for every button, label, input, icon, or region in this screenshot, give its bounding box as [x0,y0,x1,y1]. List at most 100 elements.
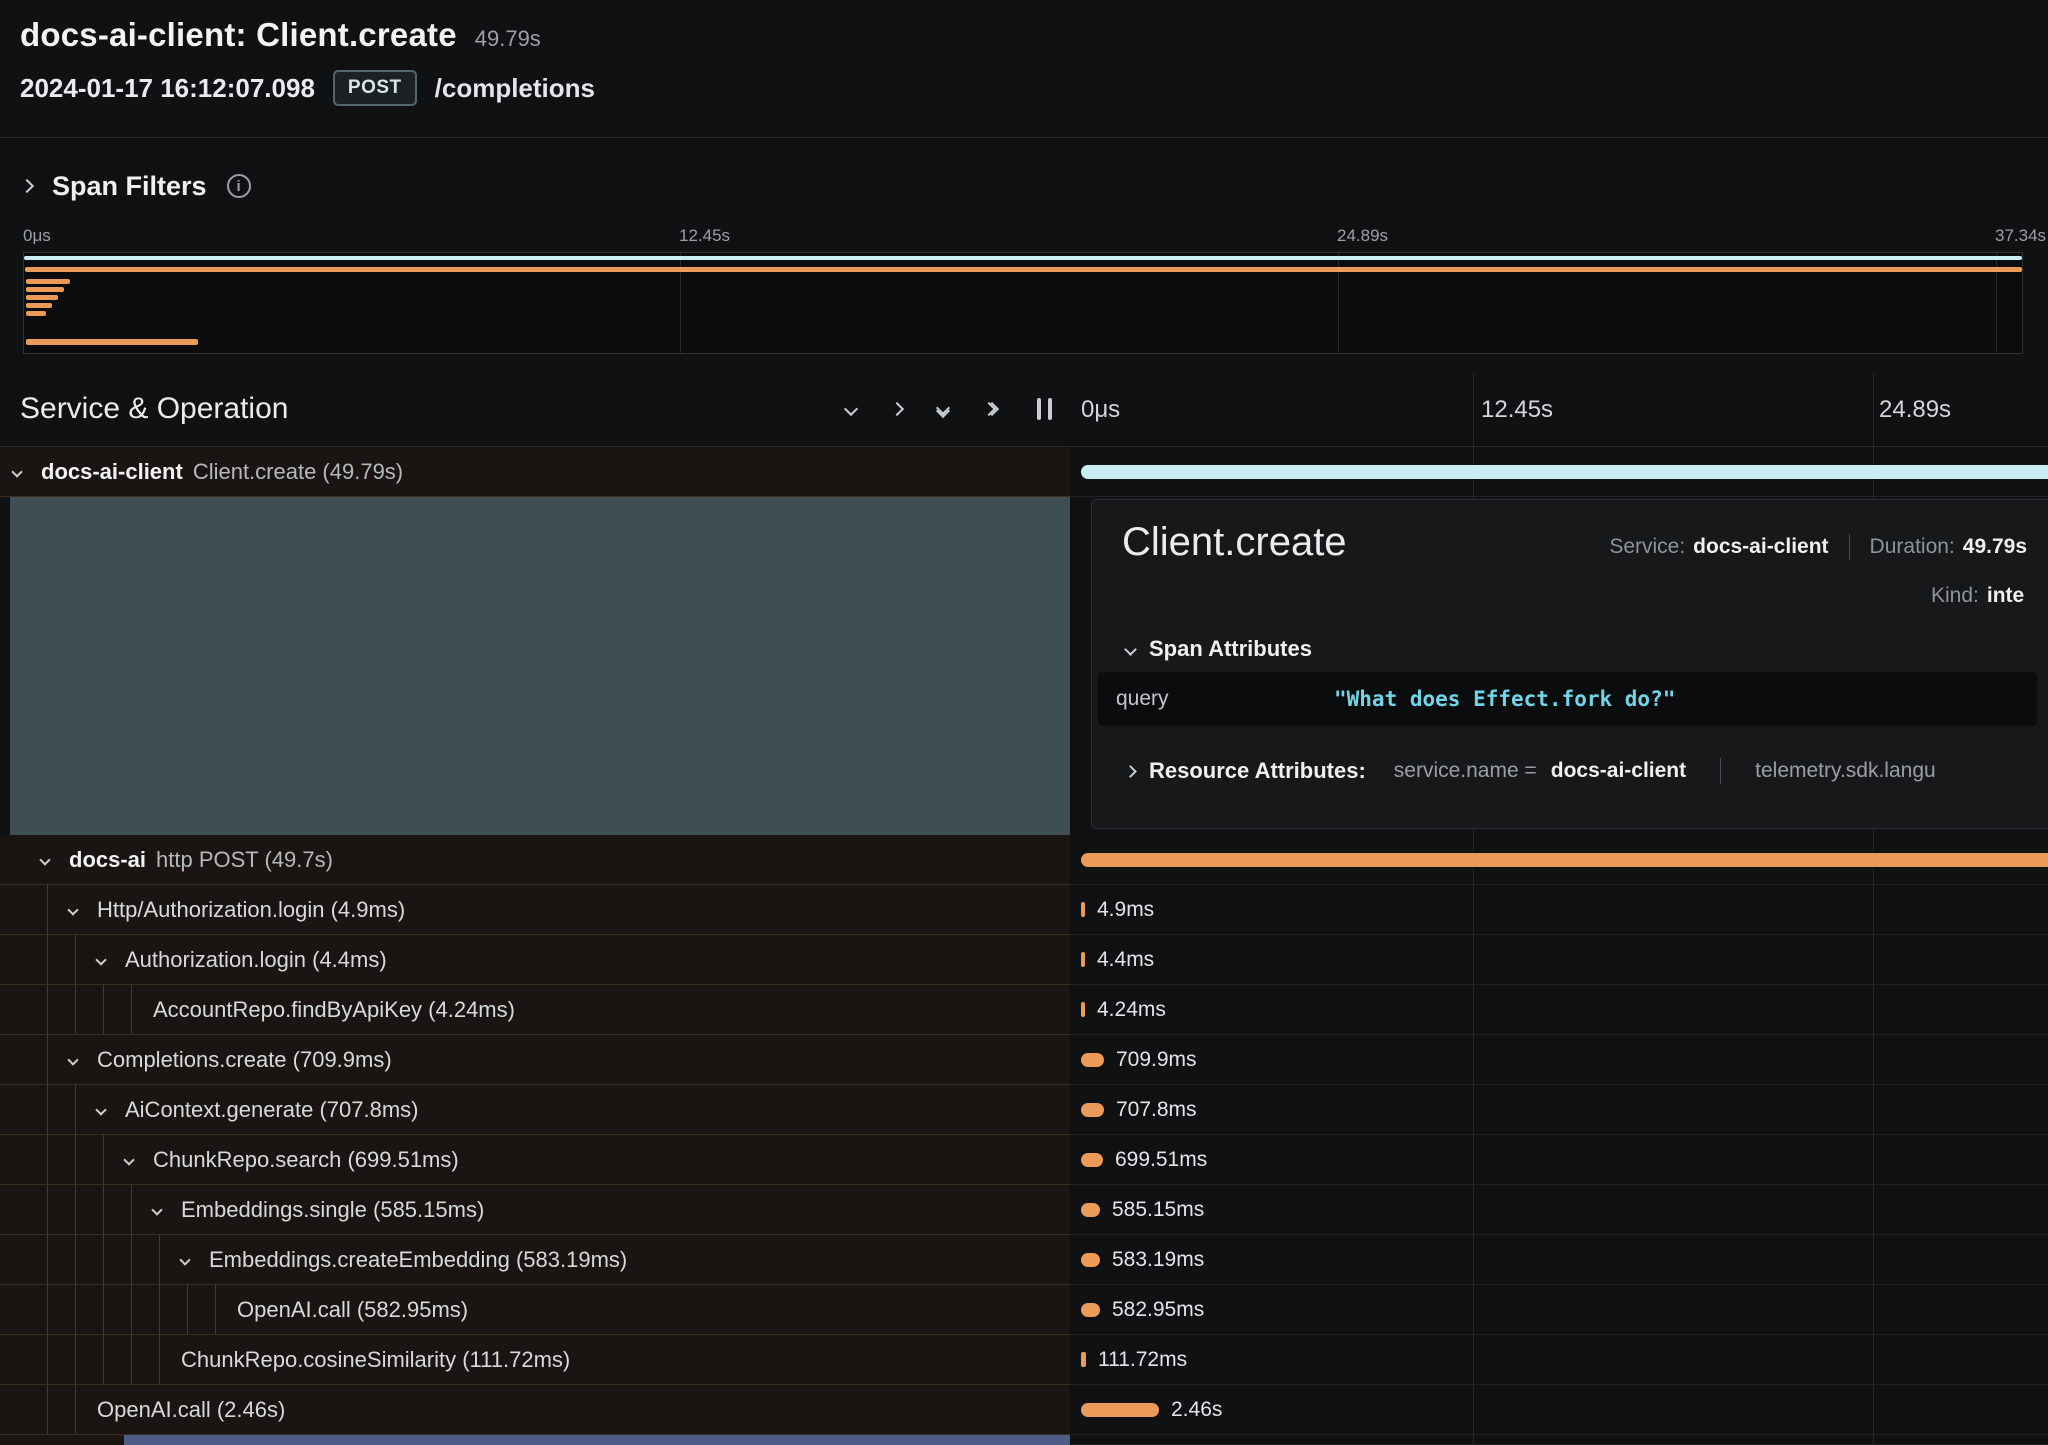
indent-guide [47,885,48,934]
partial-span-row[interactable] [0,1435,2048,1445]
span-duration-bar[interactable] [1081,1002,1085,1017]
span-duration-bar[interactable] [1081,1303,1100,1317]
attribute-key: query [1116,687,1334,711]
indent-guide [159,1335,160,1384]
indent-guide [131,1285,132,1334]
span-row[interactable]: docs-aihttp POST (49.7s) [0,835,2048,885]
chevron-down-icon[interactable] [95,1104,106,1115]
info-icon[interactable]: i [227,174,251,198]
chevron-down-icon[interactable] [67,904,78,915]
span-duration-bar[interactable] [1081,952,1085,967]
span-row[interactable]: OpenAI.call (582.95ms)582.95ms [0,1285,2048,1335]
chevron-down-icon[interactable] [123,1154,134,1165]
resource-key: service.name = [1394,759,1537,783]
span-row-root[interactable]: docs-ai-client Client.create (49.79s) [0,447,2048,497]
span-row[interactable]: Authorization.login (4.4ms) 4.4ms [0,935,2048,985]
indent-guide [75,985,76,1034]
span-row[interactable]: ChunkRepo.cosineSimilarity (111.72ms)111… [0,1335,2048,1385]
http-method-badge: POST [333,70,417,106]
span-duration-bar[interactable] [1081,1403,1159,1417]
collapse-one-icon[interactable] [846,404,856,414]
span-row[interactable]: AccountRepo.findByApiKey (4.24ms)4.24ms [0,985,2048,1035]
indent-guide [75,1135,76,1184]
kind-label: Kind: [1931,584,1979,608]
chevron-down-icon[interactable] [11,466,22,477]
chevron-down-icon[interactable] [67,1054,78,1065]
resource-more: telemetry.sdk.langu [1755,759,1936,783]
panel-resize-handle[interactable] [1037,398,1052,420]
timeline-tick: 24.89s [1879,372,1951,447]
minimap-tick: 24.89s [1337,226,1388,246]
minimap-span-bar [26,279,70,284]
duration-label: Duration: [1870,535,1955,559]
trace-duration: 49.79s [475,26,541,52]
span-detail-title: Client.create [1122,520,1347,565]
indent-guide [103,985,104,1034]
span-duration-bar[interactable] [1081,1352,1086,1367]
minimap-tick: 0μs [23,226,51,246]
chevron-right-icon[interactable] [1124,765,1137,778]
span-operation: Http/Authorization.login (4.9ms) [97,897,405,923]
indent-guide [131,1335,132,1384]
minimap-span-bar [26,339,198,345]
span-row[interactable]: Embeddings.single (585.15ms)585.15ms [0,1185,2048,1235]
span-duration-bar[interactable] [1081,853,2048,867]
expand-one-icon[interactable] [892,404,902,414]
span-rows: docs-aihttp POST (49.7s)Http/Authorizati… [0,835,2048,1435]
span-duration-bar[interactable] [1081,1203,1100,1217]
trace-header: docs-ai-client: Client.create 49.79s 202… [20,16,595,106]
resource-attributes-section[interactable]: Resource Attributes: service.name = docs… [1126,758,1936,784]
resource-attributes-title: Resource Attributes: [1149,758,1366,784]
timeline-minimap[interactable] [23,252,2023,354]
span-duration-label: 582.95ms [1112,1298,1204,1322]
minimap-span-bar [26,295,58,300]
span-duration-bar[interactable] [1081,1153,1103,1167]
collapse-all-icon[interactable] [938,403,948,416]
span-operation: Authorization.login (4.4ms) [125,947,387,973]
chevron-down-icon[interactable] [151,1204,162,1215]
duration-value: 49.79s [1963,535,2027,559]
span-operation: http POST (49.7s) [156,847,333,873]
span-duration-label: 583.19ms [1112,1248,1204,1272]
span-service: docs-ai-client [41,459,183,485]
span-duration-bar[interactable] [1081,465,2048,479]
indent-guide [131,1185,132,1234]
span-row[interactable]: OpenAI.call (2.46s)2.46s [0,1385,2048,1435]
chevron-right-icon[interactable] [20,179,34,193]
span-row[interactable]: ChunkRepo.search (699.51ms)699.51ms [0,1135,2048,1185]
span-detail-meta: Service: docs-ai-client Duration: 49.79s [1609,534,2027,560]
span-duration-bar[interactable] [1081,1053,1104,1067]
request-path: /completions [435,73,595,104]
expand-all-icon[interactable] [984,404,997,414]
span-attributes-section[interactable]: Span Attributes [1126,636,1312,662]
chevron-down-icon[interactable] [179,1254,190,1265]
span-detail-card: Client.create Service: docs-ai-client Du… [1091,499,2048,829]
span-operation: AiContext.generate (707.8ms) [125,1097,419,1123]
span-operation: ChunkRepo.search (699.51ms) [153,1147,459,1173]
span-kind: Kind: inte [1931,584,2024,608]
span-row[interactable]: Http/Authorization.login (4.9ms)4.9ms [0,885,2048,935]
chevron-down-icon[interactable] [39,854,50,865]
span-duration-bar[interactable] [1081,902,1085,917]
indent-guide [75,1285,76,1334]
kind-value: inte [1987,584,2024,608]
chevron-down-icon[interactable] [1124,643,1137,656]
indent-guide [47,1235,48,1284]
minimap-span-bar [25,267,2022,272]
span-row[interactable]: Completions.create (709.9ms)709.9ms [0,1035,2048,1085]
span-filters-section[interactable]: Span Filters i [22,158,251,214]
chevron-down-icon[interactable] [95,954,106,965]
minimap-tick: 12.45s [679,226,730,246]
span-duration-label: 4.4ms [1097,948,1154,972]
span-row[interactable]: Embeddings.createEmbedding (583.19ms)583… [0,1235,2048,1285]
span-row[interactable]: AiContext.generate (707.8ms)707.8ms [0,1085,2048,1135]
span-duration-bar [124,1435,1070,1445]
span-duration-label: 2.46s [1171,1398,1222,1422]
selected-span-highlight[interactable] [10,497,1070,835]
span-duration-bar[interactable] [1081,1103,1104,1117]
span-duration-bar[interactable] [1081,1253,1100,1267]
timeline-axis: 0μs 12.45s 24.89s [1071,372,2048,446]
indent-guide [159,1285,160,1334]
indent-guide [47,1335,48,1384]
timeline-tick: 0μs [1081,372,1120,447]
